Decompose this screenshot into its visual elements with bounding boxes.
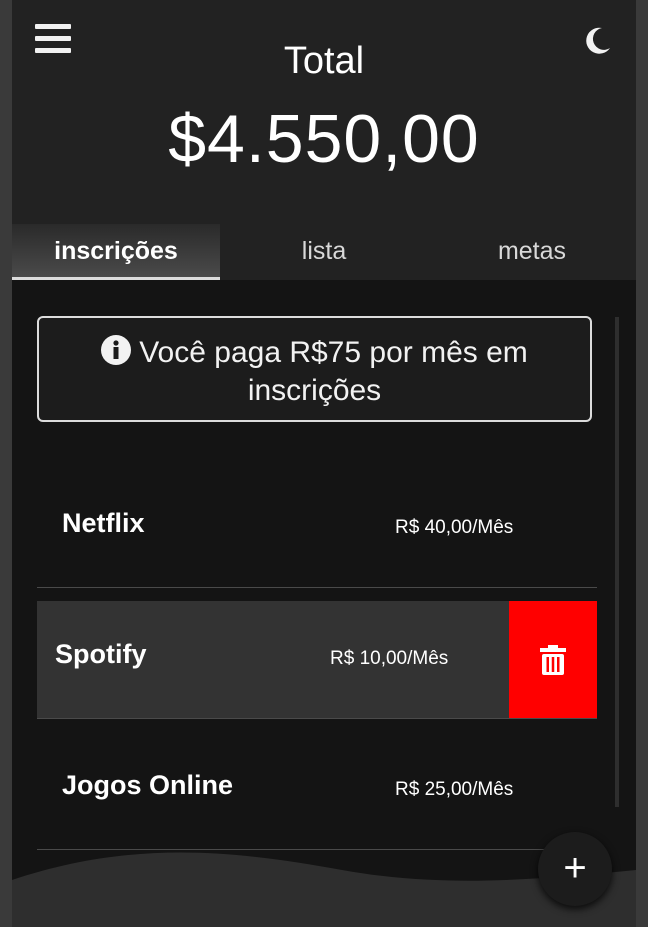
tab-metas[interactable]: metas xyxy=(428,224,636,280)
subscription-name: Netflix xyxy=(62,508,145,538)
add-subscription-button[interactable]: + xyxy=(538,832,612,906)
tab-inscricoes[interactable]: inscrições xyxy=(12,224,220,280)
total-value: $4.550,00 xyxy=(168,101,480,177)
subscription-name: Spotify xyxy=(55,639,147,669)
trash-icon xyxy=(540,644,566,675)
subscription-list: Netflix R$ 40,00/Mês Spotify R$ 10,00/Mê… xyxy=(37,470,597,850)
subscriptions-panel: Você paga R$75 por mês em inscrições Net… xyxy=(12,280,636,927)
subscription-price: R$ 40,00/Mês xyxy=(395,517,514,538)
subscription-item-spotify[interactable]: Spotify R$ 10,00/Mês xyxy=(37,601,597,719)
app-screen: Total $4.550,00 inscrições lista metas V… xyxy=(12,0,636,927)
delete-button[interactable] xyxy=(509,601,597,718)
tab-bar: inscrições lista metas xyxy=(12,224,636,280)
subscription-item-netflix[interactable]: Netflix R$ 40,00/Mês xyxy=(37,470,597,588)
tab-lista[interactable]: lista xyxy=(220,224,428,280)
scrollbar[interactable] xyxy=(615,317,619,807)
total-label: Total xyxy=(283,40,365,82)
subscription-price: R$ 10,00/Mês xyxy=(330,648,449,669)
info-text: Você paga R$75 por mês em inscrições xyxy=(139,336,528,407)
info-banner: Você paga R$75 por mês em inscrições xyxy=(37,316,592,422)
subscription-price: R$ 25,00/Mês xyxy=(395,779,514,800)
subscription-name: Jogos Online xyxy=(62,770,234,800)
subscription-item-jogos-online[interactable]: Jogos Online R$ 25,00/Mês xyxy=(37,732,597,850)
info-icon xyxy=(101,335,132,365)
header: Total $4.550,00 inscrições lista metas xyxy=(12,0,636,280)
